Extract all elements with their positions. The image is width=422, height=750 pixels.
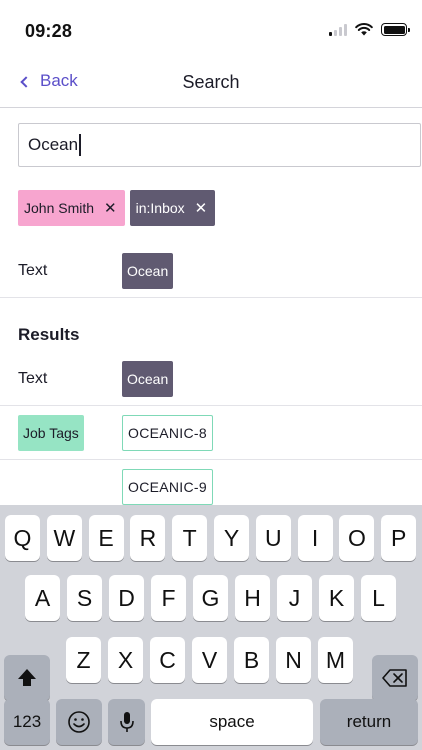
key-o[interactable]: O — [339, 515, 375, 561]
key-a[interactable]: A — [25, 575, 60, 621]
status-time: 09:28 — [25, 21, 73, 41]
key-g[interactable]: G — [193, 575, 228, 621]
key-b[interactable]: B — [234, 637, 269, 683]
page-title: Search — [182, 72, 240, 92]
key-p[interactable]: P — [381, 515, 417, 561]
key-r[interactable]: R — [130, 515, 166, 561]
keyboard: QWERTYUIOP ASDFGHJKL ZXCVBNM 123 space r… — [0, 505, 422, 750]
chip-label: in:Inbox — [135, 200, 185, 216]
microphone-key[interactable] — [108, 699, 145, 745]
key-t[interactable]: T — [172, 515, 208, 561]
search-input-value: Ocean — [28, 135, 79, 154]
shift-icon — [18, 669, 36, 686]
nav-bar: Back Search — [0, 58, 422, 108]
emoji-icon — [68, 711, 90, 733]
status-bar: 09:28 — [0, 0, 422, 58]
key-v[interactable]: V — [192, 637, 227, 683]
chip-john-smith[interactable]: John Smith ✕ — [18, 190, 125, 226]
chip-in-inbox[interactable]: in:Inbox ✕ — [129, 190, 216, 226]
key-d[interactable]: D — [109, 575, 144, 621]
key-i[interactable]: I — [297, 515, 333, 561]
status-icons — [329, 23, 410, 36]
key-c[interactable]: C — [150, 637, 185, 683]
divider — [0, 459, 422, 460]
return-key[interactable]: return — [320, 699, 418, 745]
key-e[interactable]: E — [88, 515, 124, 561]
key-w[interactable]: W — [46, 515, 82, 561]
filter-text-tag[interactable]: Ocean — [122, 253, 174, 289]
key-q[interactable]: Q — [5, 515, 40, 561]
key-y[interactable]: Y — [214, 515, 249, 561]
chip-remove-icon[interactable]: ✕ — [104, 201, 117, 216]
key-n[interactable]: N — [276, 637, 311, 683]
chip-label: John Smith — [24, 200, 95, 216]
result-text-label: Text — [18, 370, 48, 387]
text-cursor — [79, 134, 81, 156]
key-f[interactable]: F — [151, 575, 186, 621]
key-z[interactable]: Z — [66, 637, 101, 683]
job-tag-oceanic-8[interactable]: OCEANIC-8 — [122, 415, 213, 451]
backspace-key[interactable] — [372, 655, 418, 701]
job-tags-label: Job Tags — [18, 415, 84, 451]
job-tag-oceanic-9[interactable]: OCEANIC-9 — [122, 469, 213, 505]
results-heading: Results — [18, 325, 80, 344]
key-k[interactable]: K — [319, 575, 354, 621]
key-m[interactable]: M — [318, 637, 353, 683]
divider — [0, 297, 422, 298]
chip-remove-icon[interactable]: ✕ — [195, 201, 208, 216]
key-x[interactable]: X — [108, 637, 143, 683]
filter-text-label: Text — [18, 262, 48, 279]
microphone-icon — [119, 712, 134, 732]
search-input[interactable]: Ocean — [18, 123, 421, 167]
key-l[interactable]: L — [361, 575, 396, 621]
divider — [0, 405, 422, 406]
space-key[interactable]: space — [151, 699, 313, 745]
key-s[interactable]: S — [67, 575, 102, 621]
battery-icon — [381, 23, 410, 36]
filter-chips: John Smith ✕ in:Inbox ✕ — [18, 190, 216, 226]
key-h[interactable]: H — [235, 575, 270, 621]
emoji-key[interactable] — [56, 699, 102, 745]
key-u[interactable]: U — [255, 515, 291, 561]
shift-key[interactable] — [4, 655, 50, 701]
result-text-tag[interactable]: Ocean — [122, 361, 174, 397]
backspace-icon — [382, 669, 407, 687]
wifi-icon — [355, 23, 373, 36]
cellular-signal-icon — [329, 23, 347, 36]
numbers-key[interactable]: 123 — [4, 699, 50, 745]
key-j[interactable]: J — [277, 575, 312, 621]
